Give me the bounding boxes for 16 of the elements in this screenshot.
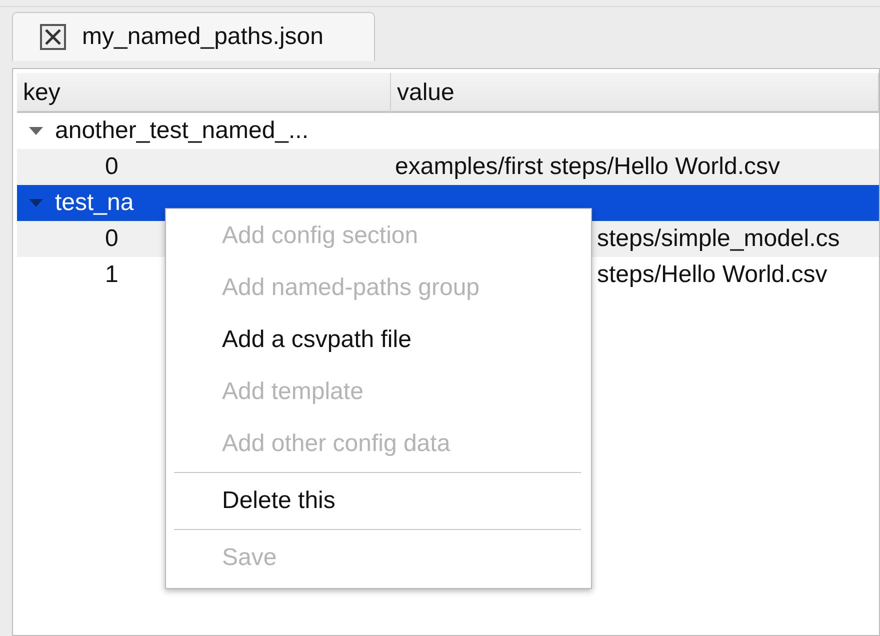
column-header[interactable]: key [17, 73, 391, 113]
value-text: steps/simple_model.cs [597, 225, 840, 252]
column-header[interactable]: value [391, 73, 879, 113]
expand-arrow-icon[interactable] [29, 127, 43, 135]
menu-item[interactable]: Delete this [166, 475, 591, 527]
key-text: 0 [105, 225, 118, 252]
value-text: steps/Hello World.csv [597, 261, 828, 288]
key-text: another_test_named_... [55, 117, 309, 145]
menu-item[interactable]: Add a csvpath file [166, 314, 591, 366]
tree-row[interactable]: another_test_named_... [17, 113, 879, 149]
file-tab[interactable]: my_named_paths.json [12, 12, 375, 61]
key-text: 1 [105, 261, 118, 288]
key-text: test_na [55, 189, 134, 217]
close-icon[interactable] [40, 24, 66, 50]
value-text: examples/first steps/Hello World.csv [395, 153, 780, 180]
key-text: 0 [105, 153, 118, 180]
